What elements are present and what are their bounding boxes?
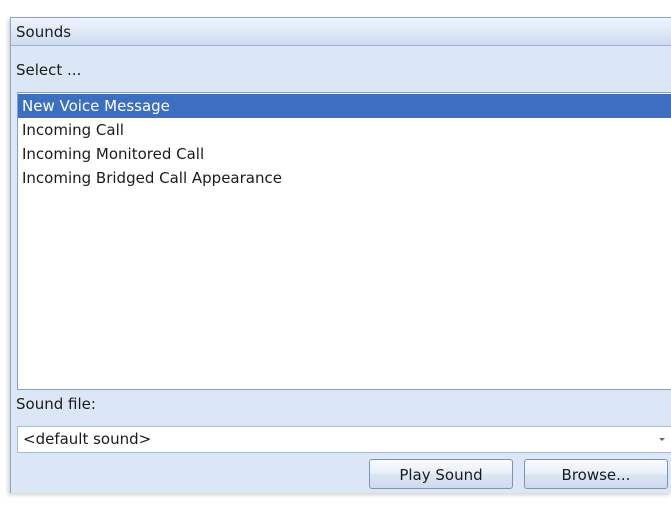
sounds-panel: Sounds Select ... New Voice Message Inco…: [10, 17, 671, 493]
select-label: Select ...: [16, 61, 82, 79]
sounds-window: Sounds Select ... New Voice Message Inco…: [0, 0, 671, 515]
browse-button[interactable]: Browse...: [524, 459, 668, 489]
list-item-incoming-bridged-call-appearance[interactable]: Incoming Bridged Call Appearance: [18, 166, 671, 190]
sound-file-label: Sound file:: [16, 395, 96, 413]
list-item-new-voice-message[interactable]: New Voice Message: [18, 94, 671, 118]
sound-file-dropdown[interactable]: <default sound>: [17, 426, 671, 453]
chevron-down-icon[interactable]: [653, 427, 671, 452]
list-item-incoming-call[interactable]: Incoming Call: [18, 118, 671, 142]
list-item-incoming-monitored-call[interactable]: Incoming Monitored Call: [18, 142, 671, 166]
sound-file-value: <default sound>: [23, 430, 152, 448]
play-sound-button[interactable]: Play Sound: [369, 459, 513, 489]
sound-events-list[interactable]: New Voice Message Incoming Call Incoming…: [17, 92, 671, 390]
panel-title: Sounds: [11, 18, 671, 46]
